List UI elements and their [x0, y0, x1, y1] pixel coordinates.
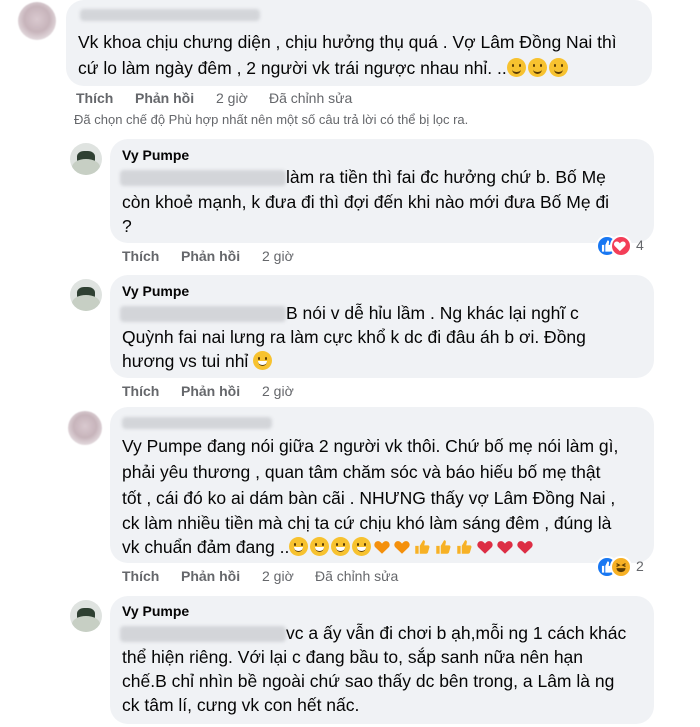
redacted-mention: [120, 626, 286, 642]
comment-text-line: vc a ấy vẫn đi chơi b ạh,mỗi ng 1 cách k…: [286, 623, 627, 643]
author-name[interactable]: Vy Pumpe: [122, 147, 189, 163]
reply-button[interactable]: Phản hồi: [135, 90, 194, 106]
comment-text: hương vs tui nhỉ: [122, 351, 249, 371]
red-heart-icon: [477, 541, 493, 554]
grin-icon: [310, 537, 330, 556]
thumbs-up-icon: [436, 540, 451, 554]
timestamp[interactable]: 2 giờ: [262, 248, 294, 264]
timestamp[interactable]: 2 giờ: [262, 383, 294, 399]
comment-actions: Thích Phản hồi 2 giờ Đã chỉnh sửa: [76, 90, 476, 108]
like-button[interactable]: Thích: [76, 90, 113, 106]
author-name[interactable]: Vy Pumpe: [122, 283, 189, 299]
comment-text-line: làm ra tiền thì fai đc hưởng chứ b. Bố M…: [286, 167, 606, 187]
reaction-summary[interactable]: 2: [596, 556, 652, 578]
comment-text-line: tốt , cái đó ko ai dám bàn cãi . NHƯNG t…: [122, 488, 616, 508]
red-heart-icon: [517, 541, 533, 554]
avatar[interactable]: [70, 279, 102, 311]
comment-text-line: B nói v dễ hỉu lầm . Ng khác lại nghĩ c: [286, 303, 579, 323]
slightly-smiling-face-icon: [548, 58, 568, 77]
comment-text-line: cứ lo làm ngày đêm , 2 người vk trái ngư…: [78, 55, 570, 81]
like-button[interactable]: Thích: [122, 568, 159, 584]
thumbs-up-icon: [415, 540, 430, 554]
grin-icon: [331, 537, 351, 556]
timestamp[interactable]: 2 giờ: [216, 90, 248, 106]
comment-text-line: chế.B chỉ nhìn bề ngoài chứ sao thấy dc …: [122, 671, 615, 691]
comment-text-line: hương vs tui nhỉ: [122, 348, 274, 374]
reaction-summary[interactable]: 4: [596, 235, 652, 257]
comment-text-line: vk chuẩn đảm đang ..: [122, 534, 536, 560]
haha-reaction-icon: [610, 556, 632, 578]
redacted-author-name: [122, 417, 272, 429]
avatar[interactable]: [70, 143, 102, 175]
comment-text-line: Vy Pumpe đang nói giữa 2 người vk thôi. …: [122, 436, 619, 456]
grin-icon: [289, 537, 309, 556]
edited-label[interactable]: Đã chỉnh sửa: [269, 90, 352, 106]
grinning-squinting-face-icon: [253, 351, 273, 370]
reply-bubble: Vy Pumpe B nói v dễ hỉu lầm . Ng khác lạ…: [110, 275, 654, 378]
orange-heart-icon: [394, 541, 410, 554]
thumbs-up-icon: [457, 540, 472, 554]
comment-text: cứ lo làm ngày đêm , 2 người vk trái ngư…: [78, 58, 507, 78]
filter-note: Đã chọn chế độ Phù hợp nhất nên một số c…: [74, 112, 469, 127]
comment-text-line: Vk khoa chịu chưng diện , chịu hưởng thụ…: [78, 32, 617, 52]
comment-bubble: Vk khoa chịu chưng diện , chịu hưởng thụ…: [66, 0, 652, 86]
comment-text-line: còn khoẻ mạnh, k đưa đi thì đợi đến khi …: [122, 192, 610, 212]
author-name[interactable]: Vy Pumpe: [122, 603, 189, 619]
comment-actions: Thích Phản hồi 2 giờ: [122, 383, 422, 401]
edited-label[interactable]: Đã chỉnh sửa: [315, 568, 398, 584]
reply-button[interactable]: Phản hồi: [181, 568, 240, 584]
reply-bubble: Vy Pumpe đang nói giữa 2 người vk thôi. …: [110, 407, 654, 563]
reply-bubble: Vy Pumpe vc a ấy vẫn đi chơi b ạh,mỗi ng…: [110, 596, 654, 724]
avatar[interactable]: [18, 2, 56, 40]
reaction-count: 4: [636, 237, 644, 253]
avatar[interactable]: [68, 411, 102, 445]
reply-button[interactable]: Phản hồi: [181, 248, 240, 264]
reply-button[interactable]: Phản hồi: [181, 383, 240, 399]
like-button[interactable]: Thích: [122, 248, 159, 264]
comment-text-line: Quỳnh fai nai lưng ra làm cực khổ k dc đ…: [122, 327, 586, 347]
comment-actions: Thích Phản hồi 2 giờ: [122, 248, 422, 266]
grin-icon: [352, 537, 372, 556]
avatar[interactable]: [70, 600, 102, 632]
love-reaction-icon: [610, 235, 632, 257]
reply-bubble: Vy Pumpe làm ra tiền thì fai đc hưởng ch…: [110, 139, 654, 243]
comment-text: vk chuẩn đảm đang ..: [122, 537, 290, 557]
comment-text-line: phải yêu thương , quan tâm chăm sóc và b…: [122, 462, 601, 482]
slightly-smiling-face-icon: [506, 58, 526, 77]
slightly-smiling-face-icon: [527, 58, 547, 77]
comment-text-line: thể hiện riêng. Với lại c đang bầu to, s…: [122, 647, 584, 667]
comment-text-line: ?: [122, 216, 132, 236]
comment-text-line: ck tâm lí, cưng vk con hết nấc.: [122, 695, 360, 715]
comment-actions: Thích Phản hồi 2 giờ Đã chỉnh sửa: [122, 568, 522, 586]
redacted-mention: [120, 170, 286, 186]
like-button[interactable]: Thích: [122, 383, 159, 399]
timestamp[interactable]: 2 giờ: [262, 568, 294, 584]
redacted-mention: [120, 306, 286, 322]
redacted-author-name: [80, 9, 260, 21]
comment-text-line: ck làm nhiều tiền mà chị ta cứ chịu khó …: [122, 513, 612, 533]
red-heart-icon: [497, 541, 513, 554]
orange-heart-icon: [374, 541, 390, 554]
reaction-count: 2: [636, 558, 644, 574]
